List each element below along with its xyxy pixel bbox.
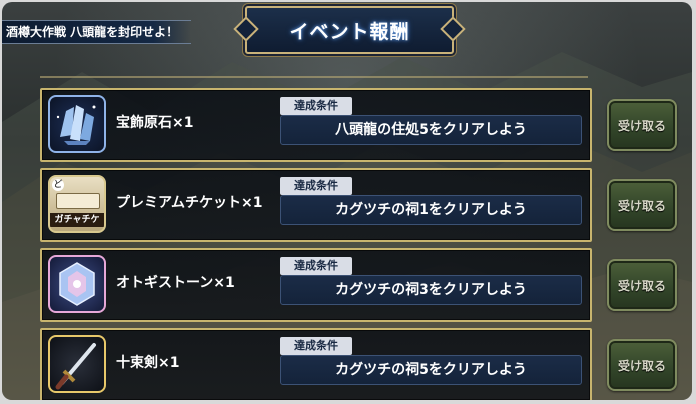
condition-label: 達成条件 bbox=[280, 337, 352, 355]
reward-window: 酒樽大作戦 八頭龍を封印せよ！ イベント報酬 宝飾原石×1 達成条件 八頭龍の住… bbox=[2, 2, 692, 400]
event-name-banner: 酒樽大作戦 八頭龍を封印せよ！ bbox=[2, 20, 191, 44]
reward-name: オトギストーン×1 bbox=[116, 275, 235, 291]
condition-text: 八頭龍の住処5をクリアしよう bbox=[280, 115, 582, 145]
page-title: イベント報酬 bbox=[289, 20, 410, 43]
reward-name: プレミアムチケット×1 bbox=[116, 195, 263, 211]
otogi-stone-icon bbox=[48, 255, 106, 313]
reward-row: 十束剣×1 達成条件 カグツチの祠5をクリアしよう bbox=[40, 328, 592, 400]
condition-label: 達成条件 bbox=[280, 97, 352, 115]
condition-text: カグツチの祠3をクリアしよう bbox=[280, 275, 582, 305]
ticket-shape bbox=[56, 193, 100, 209]
reward-name: 十束剣×1 bbox=[116, 355, 180, 371]
reward-name: 宝飾原石×1 bbox=[116, 115, 194, 131]
reward-row: ど ガチャチケ プレミアムチケット×1 達成条件 カグツチの祠1をクリアしよう bbox=[40, 168, 592, 242]
claim-button[interactable]: 受け取る bbox=[607, 179, 677, 231]
reward-row: オトギストーン×1 達成条件 カグツチの祠3をクリアしよう bbox=[40, 248, 592, 322]
claim-button[interactable]: 受け取る bbox=[607, 339, 677, 391]
badge-icon: ど bbox=[52, 179, 64, 191]
condition-text: カグツチの祠5をクリアしよう bbox=[280, 355, 582, 385]
condition-text: カグツチの祠1をクリアしよう bbox=[280, 195, 582, 225]
gem-cluster-icon bbox=[48, 95, 106, 153]
reward-row: 宝飾原石×1 達成条件 八頭龍の住処5をクリアしよう bbox=[40, 88, 592, 162]
claim-button[interactable]: 受け取る bbox=[607, 259, 677, 311]
sword-icon bbox=[48, 335, 106, 393]
gacha-ticket-icon: ど ガチャチケ bbox=[48, 175, 106, 233]
condition-label: 達成条件 bbox=[280, 257, 352, 275]
title-plate: イベント報酬 bbox=[245, 6, 454, 54]
claim-button[interactable]: 受け取る bbox=[607, 99, 677, 151]
previous-row-edge bbox=[40, 54, 588, 78]
ticket-label: ガチャチケ bbox=[50, 213, 104, 227]
condition-label: 達成条件 bbox=[280, 177, 352, 195]
